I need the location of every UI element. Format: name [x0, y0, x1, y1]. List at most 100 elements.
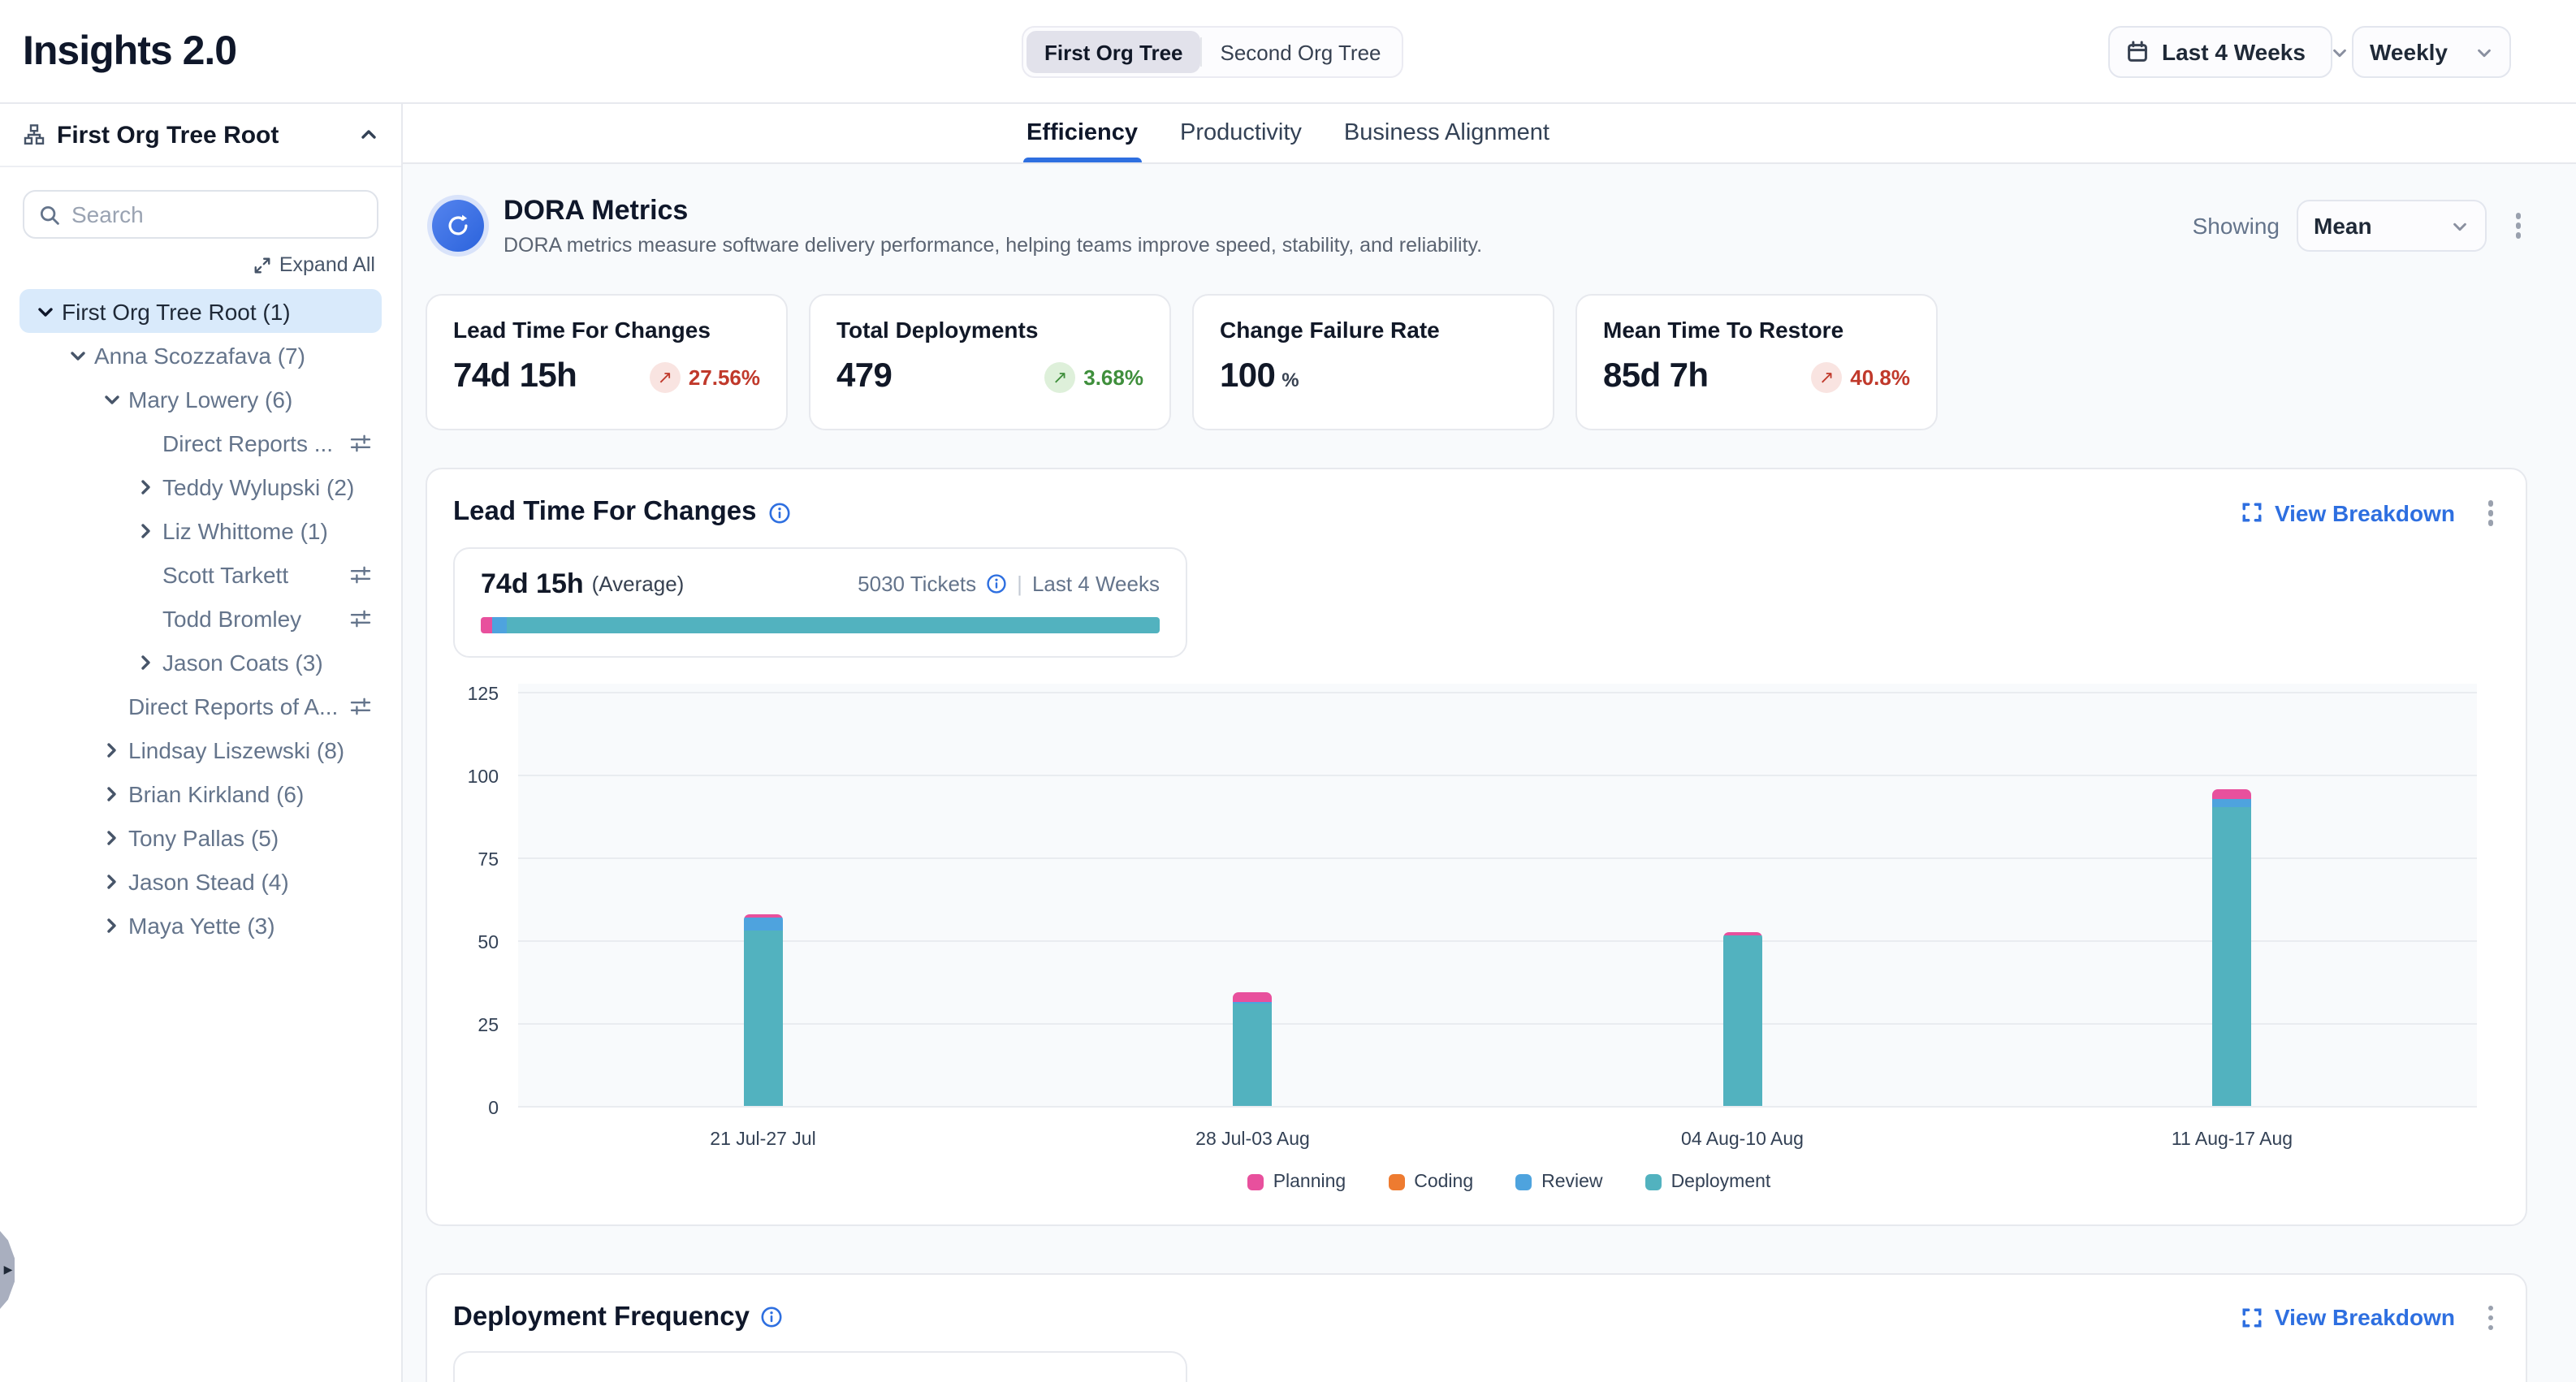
tree-row[interactable]: Liz Whittome (1)	[19, 508, 382, 552]
tree-row[interactable]: Brian Kirkland (6)	[19, 771, 382, 815]
chevron-down-icon[interactable]	[36, 301, 62, 321]
metric-card-title: Mean Time To Restore	[1603, 317, 1910, 343]
chevron-right-icon[interactable]	[102, 827, 128, 847]
bar-slot	[1987, 683, 2477, 1107]
trend-arrow-icon: ↗	[650, 361, 681, 392]
aggregation-select[interactable]: Mean	[2296, 200, 2486, 252]
chevron-down-icon	[2450, 217, 2468, 235]
chevron-right-icon[interactable]	[136, 477, 162, 496]
tree-row[interactable]: First Org Tree Root (1)	[19, 289, 382, 333]
chevron-right-icon[interactable]	[102, 740, 128, 759]
app-title: Insights 2.0	[23, 28, 236, 75]
tree-row[interactable]: Maya Yette (3)	[19, 903, 382, 947]
dora-subtitle: DORA metrics measure software delivery p…	[504, 234, 1482, 257]
legend-swatch	[1515, 1173, 1532, 1190]
date-range-select[interactable]: Last 4 Weeks	[2108, 26, 2332, 78]
info-icon[interactable]	[761, 1306, 784, 1329]
deployment-frequency-summary-card	[453, 1351, 1187, 1382]
deployment-frequency-kebab-menu[interactable]	[2481, 1298, 2500, 1337]
content-area: DORA Metrics DORA metrics measure softwa…	[403, 164, 2576, 1382]
tree-row[interactable]: Jason Coats (3)	[19, 640, 382, 684]
chevron-right-icon[interactable]	[136, 520, 162, 540]
phase-segment-planning	[481, 616, 491, 633]
sidebar-collapse-button[interactable]	[359, 125, 378, 145]
tree-row[interactable]: Direct Reports ...	[19, 421, 382, 464]
tree-row[interactable]: Todd Bromley	[19, 596, 382, 640]
stacked-bar	[744, 914, 783, 1107]
tree-row-label: Direct Reports of A...	[128, 693, 338, 719]
trend-arrow-icon: ↗	[1044, 361, 1075, 392]
stacked-bar	[1723, 933, 1762, 1107]
tree-row[interactable]: Direct Reports of A...	[19, 684, 382, 728]
metric-card: Mean Time To Restore85d 7h↗40.8%	[1575, 294, 1938, 430]
tickets-count: 5030 Tickets	[858, 572, 976, 596]
view-breakdown-button[interactable]: View Breakdown	[2242, 500, 2455, 526]
metric-card-value-row: 100%	[1220, 357, 1527, 396]
lead-time-title: Lead Time For Changes	[453, 498, 757, 529]
expand-all-icon	[253, 256, 271, 274]
chevron-right-icon[interactable]	[102, 784, 128, 803]
trend-delta: 27.56%	[689, 365, 760, 389]
expand-all-button[interactable]: Expand All	[0, 253, 375, 276]
tab-business-alignment[interactable]: Business Alignment	[1344, 104, 1549, 162]
org-chart-icon	[23, 123, 45, 146]
sidebar-root-title: First Org Tree Root	[57, 121, 279, 149]
metric-card: Total Deployments 479 ↗ 3.68%	[809, 294, 1171, 430]
tree-row[interactable]: Jason Stead (4)	[19, 859, 382, 903]
summary-value: 74d 15h	[481, 568, 584, 600]
chevron-right-icon[interactable]	[136, 652, 162, 672]
tree-row[interactable]: Mary Lowery (6)	[19, 377, 382, 421]
org-tree-tab-first[interactable]: First Org Tree	[1027, 31, 1201, 73]
tree-row[interactable]: Lindsay Liszewski (8)	[19, 728, 382, 771]
metric-card-unit: %	[1282, 369, 1299, 396]
view-breakdown-label: View Breakdown	[2275, 500, 2455, 526]
tree-row[interactable]: Anna Scozzafava (7)	[19, 333, 382, 377]
chevron-down-icon[interactable]	[68, 345, 94, 365]
chevron-right-icon[interactable]	[102, 915, 128, 935]
bar-segment-planning	[1234, 992, 1273, 1002]
y-axis-label: 0	[488, 1099, 499, 1118]
bar-segment-review	[744, 918, 783, 931]
x-axis-label: 04 Aug-10 Aug	[1498, 1129, 1987, 1149]
filter-icon[interactable]	[349, 563, 372, 585]
active-tab-underline	[1023, 158, 1141, 162]
dora-cycle-icon	[432, 200, 484, 252]
metric-card-title: Change Failure Rate	[1220, 317, 1527, 343]
chevron-down-icon[interactable]	[102, 389, 128, 408]
legend-label: Deployment	[1671, 1172, 1771, 1191]
legend-swatch	[1645, 1173, 1662, 1190]
granularity-select[interactable]: Weekly	[2352, 26, 2511, 78]
dora-header: DORA Metrics DORA metrics measure softwa…	[426, 182, 2527, 270]
tab-productivity[interactable]: Productivity	[1180, 104, 1302, 162]
view-breakdown-button[interactable]: View Breakdown	[2242, 1305, 2455, 1331]
tree-row-label: Scott Tarkett	[162, 561, 288, 587]
tree-row[interactable]: Teddy Wylupski (2)	[19, 464, 382, 508]
trend-delta: 3.68%	[1083, 365, 1143, 389]
bar-slot	[518, 683, 1008, 1107]
tree-row[interactable]: Tony Pallas (5)	[19, 815, 382, 859]
search-input[interactable]	[71, 201, 362, 227]
legend-item: Review	[1515, 1172, 1602, 1191]
filter-icon[interactable]	[349, 431, 372, 454]
lead-time-kebab-menu[interactable]	[2481, 494, 2500, 532]
dora-kebab-menu[interactable]	[2509, 207, 2527, 245]
legend-item: Deployment	[1645, 1172, 1771, 1191]
trend-badge: ↗40.8%	[1811, 361, 1910, 392]
expand-corners-icon	[2242, 1307, 2263, 1328]
metric-card-value: 479	[836, 357, 892, 396]
info-icon[interactable]	[986, 573, 1007, 594]
chevron-right-icon[interactable]	[102, 871, 128, 891]
filter-icon[interactable]	[349, 694, 372, 717]
tab-efficiency[interactable]: Efficiency	[1027, 104, 1138, 162]
tree-row-label: First Org Tree Root (1)	[62, 298, 291, 324]
filter-icon[interactable]	[349, 607, 372, 629]
metric-card-title: Total Deployments	[836, 317, 1143, 343]
insights-app: Insights 2.0 First Org Tree Second Org T…	[0, 0, 2576, 1382]
info-icon[interactable]	[768, 502, 791, 525]
tree-row[interactable]: Scott Tarkett	[19, 552, 382, 596]
tree-row-label: Teddy Wylupski (2)	[162, 473, 354, 499]
org-tree-switcher: First Org Tree Second Org Tree	[1022, 26, 1404, 78]
org-tree-tab-second[interactable]: Second Org Tree	[1203, 31, 1399, 73]
metric-card-value: 74d 15h	[453, 357, 577, 396]
tree-row-label: Tony Pallas (5)	[128, 824, 279, 850]
